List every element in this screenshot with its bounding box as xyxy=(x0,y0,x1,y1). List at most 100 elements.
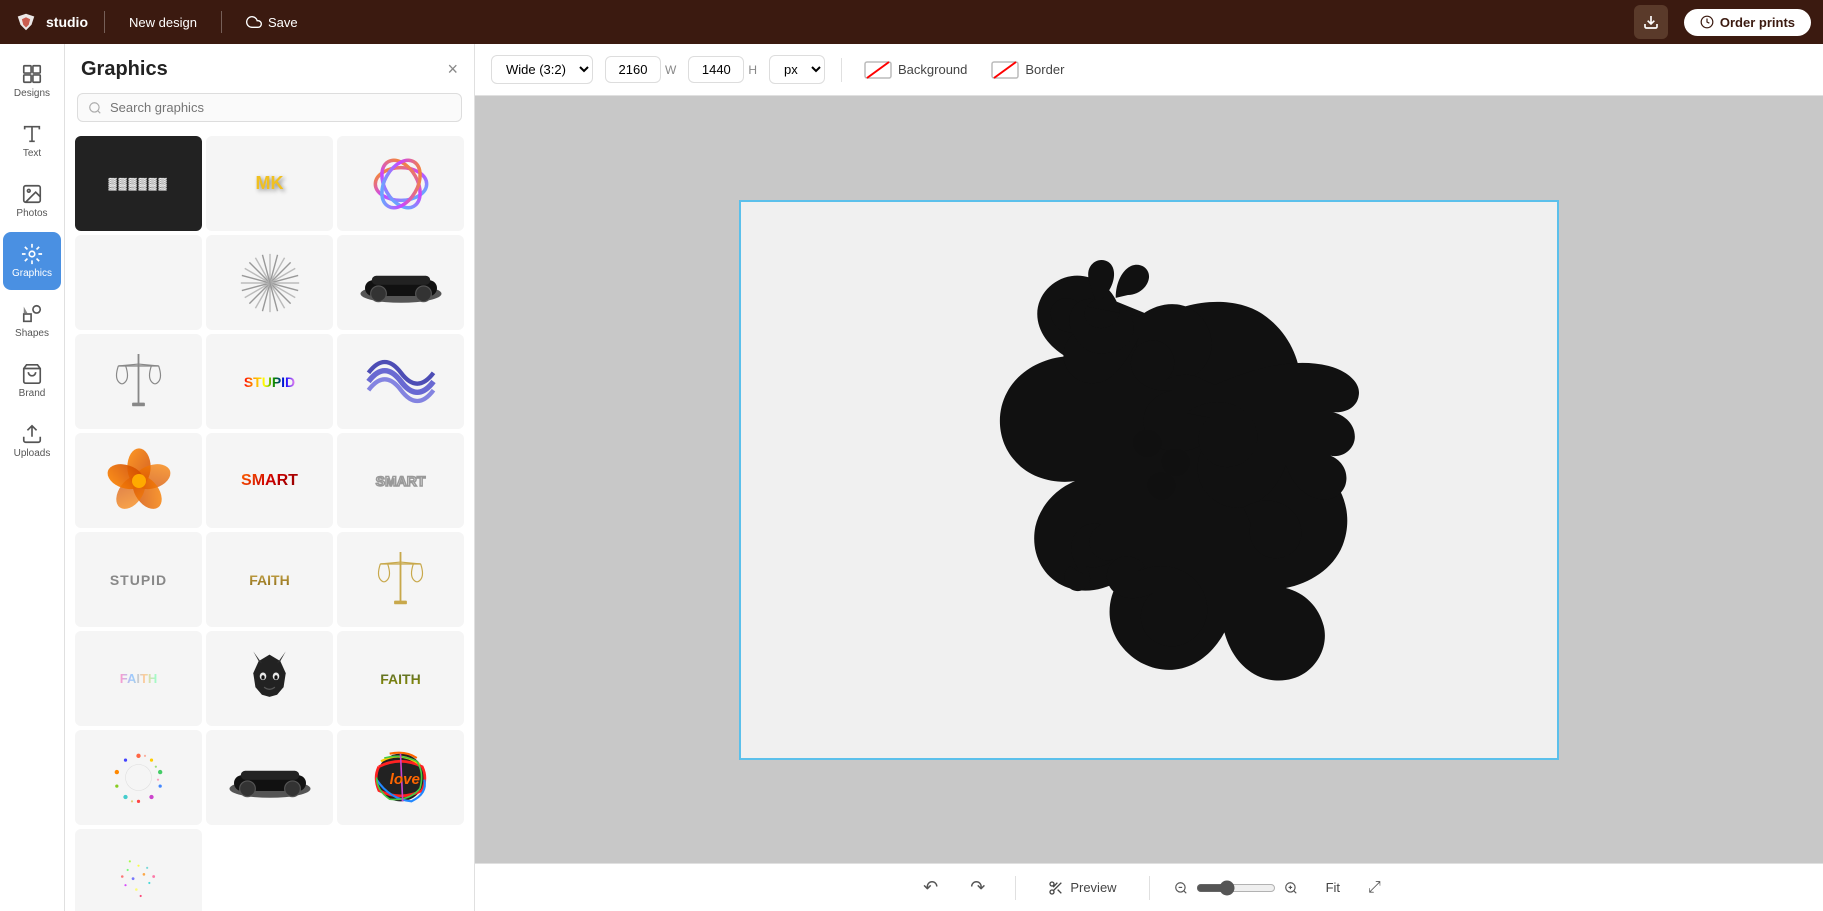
zoom-in-icon xyxy=(1284,881,1298,895)
size-preset-select[interactable]: Wide (3:2) xyxy=(491,55,593,84)
graphics-label: Graphics xyxy=(12,268,52,279)
list-item[interactable] xyxy=(75,433,202,528)
width-input[interactable] xyxy=(605,56,661,83)
new-design-button[interactable]: New design xyxy=(121,11,205,34)
download-button[interactable] xyxy=(1634,5,1668,39)
sidebar-item-designs[interactable]: Designs xyxy=(3,52,61,110)
height-input[interactable] xyxy=(688,56,744,83)
logo: studio xyxy=(12,11,88,33)
photos-icon xyxy=(21,183,43,205)
sidebar-item-shapes[interactable]: Shapes xyxy=(3,292,61,350)
list-item[interactable] xyxy=(75,730,202,825)
border-icon-svg xyxy=(991,59,1019,81)
list-item[interactable] xyxy=(337,334,464,429)
list-item[interactable]: STUPID xyxy=(206,334,333,429)
canvas-wrapper xyxy=(475,96,1823,863)
save-button[interactable]: Save xyxy=(238,10,306,34)
canvas-area: Wide (3:2) W H px Bac xyxy=(475,44,1823,911)
item-label: FAITH xyxy=(380,671,420,687)
bb-separator2 xyxy=(1149,876,1150,900)
zoom-slider[interactable] xyxy=(1196,880,1276,896)
expand-button[interactable]: ⤢ xyxy=(1368,879,1381,897)
item-label: ▓▓▓▓▓▓ xyxy=(108,178,168,190)
list-item[interactable]: ▓▓▓▓▓▓ xyxy=(75,136,202,231)
list-item[interactable] xyxy=(75,334,202,429)
item-visual xyxy=(104,248,174,318)
topbar-divider2 xyxy=(221,11,222,33)
list-item[interactable] xyxy=(206,730,333,825)
background-label: Background xyxy=(898,62,967,77)
bottom-bar: ↶ ↷ Preview Fit xyxy=(475,863,1823,911)
panel-header: Graphics × xyxy=(65,44,474,89)
panel-close-button[interactable]: × xyxy=(447,59,458,80)
list-item[interactable] xyxy=(337,235,464,330)
design-canvas[interactable] xyxy=(739,200,1559,760)
panel-title: Graphics xyxy=(81,58,168,81)
order-prints-button[interactable]: Order prints xyxy=(1684,9,1811,36)
list-item[interactable]: MK xyxy=(206,136,333,231)
toolbar-separator xyxy=(841,58,842,82)
width-label: W xyxy=(665,63,676,77)
border-label: Border xyxy=(1025,62,1064,77)
list-item[interactable]: STUPID xyxy=(75,532,202,627)
list-item[interactable] xyxy=(75,235,202,330)
item-visual: love xyxy=(368,745,433,810)
save-label: Save xyxy=(268,15,298,30)
sidebar-item-photos[interactable]: Photos xyxy=(3,172,61,230)
background-slash-icon xyxy=(864,59,892,81)
uploads-icon xyxy=(21,423,43,445)
item-visual xyxy=(361,349,441,414)
order-prints-label: Order prints xyxy=(1720,15,1795,30)
bb-separator1 xyxy=(1015,876,1016,900)
item-label: STUPID xyxy=(110,572,167,588)
graphics-grid: ▓▓▓▓▓▓ MK xyxy=(65,132,474,911)
redo-button[interactable]: ↷ xyxy=(964,873,991,902)
background-button[interactable]: Background xyxy=(858,55,973,85)
border-button[interactable]: Border xyxy=(985,55,1070,85)
bg-icon-svg xyxy=(864,59,892,81)
item-label: FAITH xyxy=(120,671,158,686)
search-input[interactable] xyxy=(110,100,451,115)
search-bar xyxy=(77,93,462,122)
width-group: W xyxy=(605,56,676,83)
brand-label: Brand xyxy=(19,388,46,399)
sidebar-item-brand[interactable]: Brand xyxy=(3,352,61,410)
download-icon xyxy=(1643,14,1659,30)
logo-text: studio xyxy=(46,14,88,30)
list-item[interactable]: SMART xyxy=(337,433,464,528)
shapes-label: Shapes xyxy=(15,328,49,339)
item-visual xyxy=(356,255,446,310)
list-item[interactable] xyxy=(206,235,333,330)
preview-button[interactable]: Preview xyxy=(1040,876,1124,900)
item-label: SMART xyxy=(241,472,298,490)
list-item[interactable] xyxy=(206,631,333,726)
item-visual xyxy=(366,149,436,219)
grid: ▓▓▓▓▓▓ MK xyxy=(75,136,464,911)
text-label: Text xyxy=(23,148,41,159)
list-item[interactable] xyxy=(337,532,464,627)
fit-button[interactable]: Fit xyxy=(1318,876,1348,899)
sidebar-item-graphics[interactable]: Graphics xyxy=(3,232,61,290)
list-item[interactable]: FAITH xyxy=(206,532,333,627)
height-group: H xyxy=(688,56,757,83)
list-item[interactable]: SMART xyxy=(206,433,333,528)
list-item[interactable]: love xyxy=(337,730,464,825)
list-item[interactable] xyxy=(337,136,464,231)
zoom-group xyxy=(1174,880,1298,896)
list-item[interactable]: FAITH xyxy=(337,631,464,726)
list-item[interactable]: FAITH xyxy=(75,631,202,726)
clock-icon xyxy=(1700,15,1714,29)
sidebar-item-uploads[interactable]: Uploads xyxy=(3,412,61,470)
undo-button[interactable]: ↶ xyxy=(917,873,944,902)
item-visual xyxy=(104,446,174,516)
item-visual xyxy=(225,750,315,805)
text-icon xyxy=(21,123,43,145)
item-visual xyxy=(106,844,171,909)
item-visual xyxy=(235,248,305,318)
list-item[interactable] xyxy=(75,829,202,911)
designs-icon xyxy=(21,63,43,85)
unit-select[interactable]: px xyxy=(769,55,825,84)
sidebar-item-text[interactable]: Text xyxy=(3,112,61,170)
border-slash-icon xyxy=(991,59,1019,81)
dragon-graphic[interactable] xyxy=(904,243,1394,716)
